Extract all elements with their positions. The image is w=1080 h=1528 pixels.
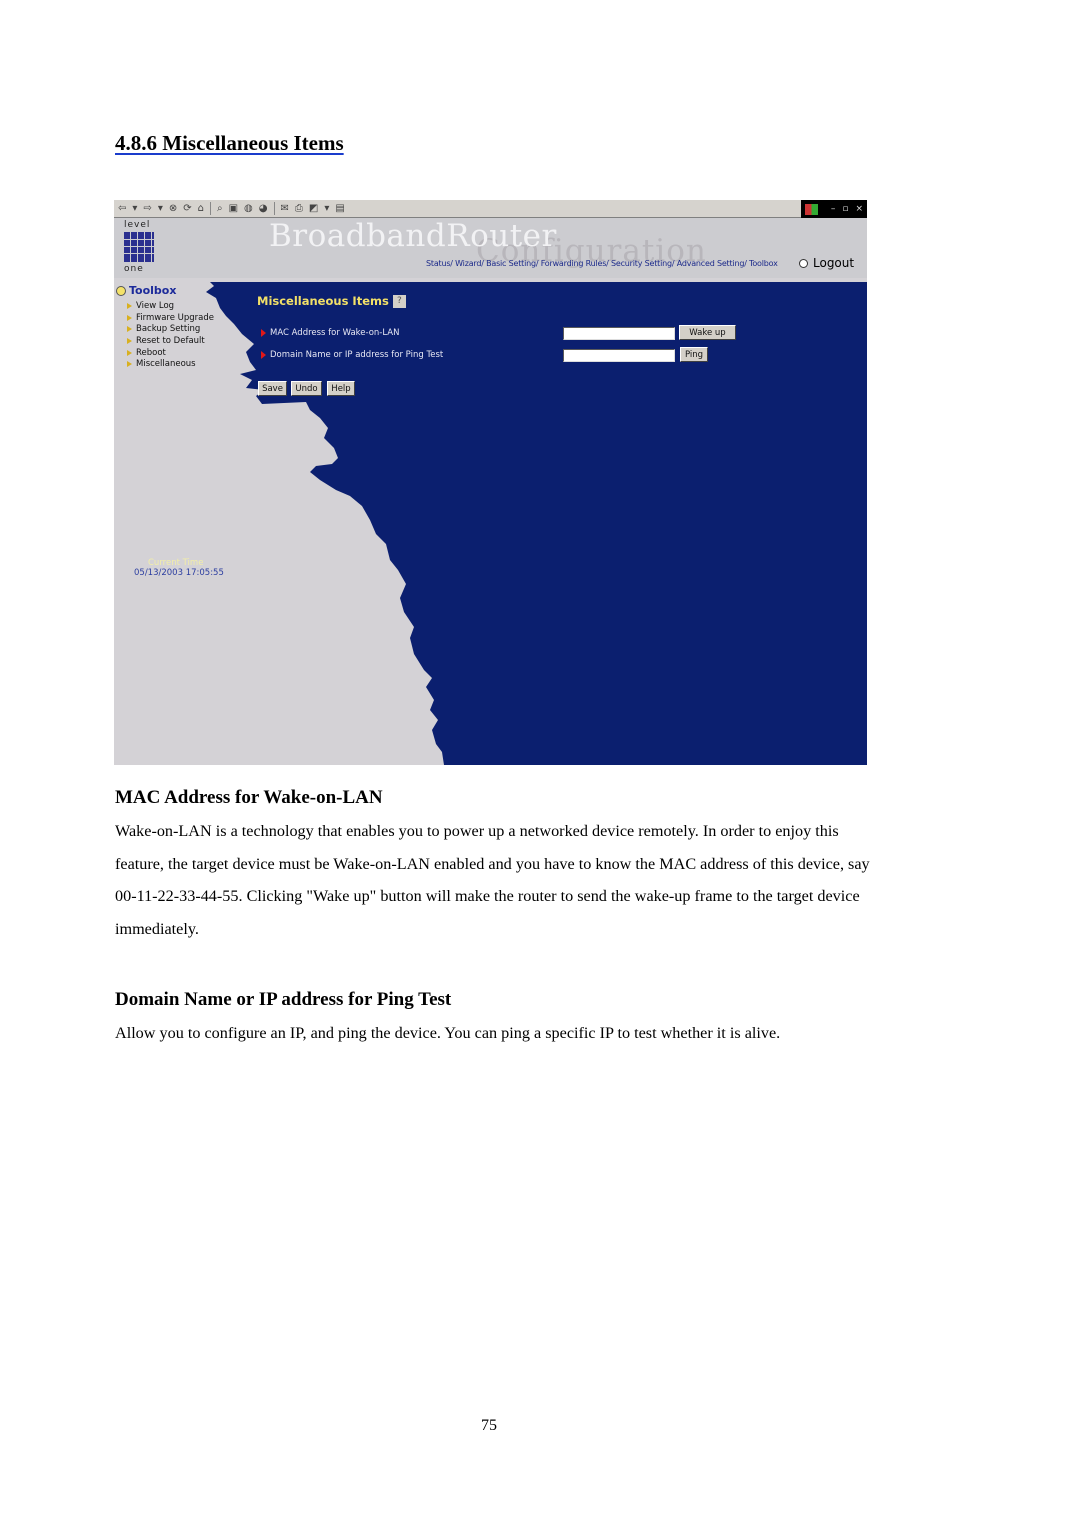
row-label-text: Domain Name or IP address for Ping Test [270, 350, 444, 360]
levelone-logo: level one [124, 220, 158, 274]
blue-panel-background [206, 282, 867, 765]
bullet-arrow-icon [261, 329, 266, 337]
nav-wizard[interactable]: Wizard/ [455, 259, 484, 268]
edit-icon[interactable]: ◩ [309, 203, 318, 214]
sidebar-item-reboot[interactable]: Reboot [127, 347, 214, 359]
logout-label: Logout [813, 256, 855, 270]
sidebar-item-reset-to-default[interactable]: Reset to Default [127, 335, 214, 347]
toolbox-icon [116, 285, 126, 296]
top-nav: Status/ Wizard/ Basic Setting/ Forwardin… [426, 259, 778, 268]
sidebar-item-label: Reset to Default [136, 335, 205, 346]
toolbar-divider [209, 202, 211, 215]
home-icon[interactable]: ⌂ [198, 203, 204, 214]
row-label-text: MAC Address for Wake-on-LAN [270, 328, 400, 338]
bullet-arrow-icon [127, 326, 132, 333]
mac-address-input[interactable] [563, 327, 675, 340]
favorites-icon[interactable]: ▣ [229, 203, 238, 214]
search-icon[interactable]: ⌕ [217, 203, 223, 214]
section-body-ping: Allow you to configure an IP, and ping t… [115, 1024, 781, 1042]
forward-arrow-icon[interactable]: ⇨ [143, 203, 151, 214]
sidebar-item-label: Miscellaneous [136, 359, 196, 370]
restore-icon[interactable]: ▫ [842, 204, 848, 214]
help-button[interactable]: Help [327, 381, 355, 396]
sidebar-heading[interactable]: Toolbox [116, 284, 176, 297]
logo-text-bottom: one [124, 264, 144, 274]
sidebar-item-label: View Log [136, 300, 175, 311]
ping-test-label: Domain Name or IP address for Ping Test [261, 350, 443, 360]
sidebar-item-label: Reboot [136, 347, 166, 358]
dropdown-icon[interactable]: ▾ [324, 203, 329, 214]
nav-status[interactable]: Status/ [426, 259, 453, 268]
current-time-value: 05/13/2003 17:05:55 [134, 568, 224, 578]
panel-title-text: Miscellaneous Items [257, 294, 389, 308]
logo-grid-icon [124, 232, 154, 262]
windows-logo-icon [804, 203, 818, 215]
bullet-arrow-icon [127, 361, 132, 368]
sidebar-item-view-log[interactable]: View Log [127, 300, 214, 312]
page-number: 75 [481, 1417, 497, 1434]
current-time-label: Current Time [148, 558, 204, 568]
ping-button[interactable]: Ping [680, 347, 708, 362]
logout-link[interactable]: Logout [799, 256, 854, 270]
stop-icon[interactable]: ⊗ [169, 203, 177, 214]
refresh-icon[interactable]: ⟳ [183, 203, 191, 214]
panel-title: Miscellaneous Items ? [257, 294, 406, 308]
nav-advanced-setting[interactable]: Advanced Setting/ [677, 259, 747, 268]
window-controls: – ▫ × [801, 200, 867, 218]
close-icon[interactable]: × [855, 204, 863, 214]
current-time: Current Time 05/13/2003 17:05:55 [134, 558, 224, 578]
logo-text-top: level [124, 220, 151, 230]
ping-host-input[interactable] [563, 349, 675, 362]
save-button[interactable]: Save [258, 381, 287, 396]
back-arrow-icon[interactable]: ⇦ [118, 203, 126, 214]
dropdown-icon[interactable]: ▾ [132, 203, 137, 214]
section-heading-wol: MAC Address for Wake-on-LAN [115, 787, 383, 808]
section-title: 4.8.6 Miscellaneous Items [115, 131, 344, 155]
print-icon[interactable]: ⎙ [295, 203, 303, 214]
nav-forwarding-rules[interactable]: Forwarding Rules/ [541, 259, 609, 268]
toolbar-divider [273, 202, 275, 215]
discuss-icon[interactable]: ▤ [335, 203, 344, 214]
nav-basic-setting[interactable]: Basic Setting/ [486, 259, 538, 268]
content-area: Toolbox View Log Firmware Upgrade Backup… [114, 282, 867, 765]
sidebar-menu: View Log Firmware Upgrade Backup Setting… [127, 300, 214, 370]
undo-button[interactable]: Undo [291, 381, 322, 396]
sidebar-item-miscellaneous[interactable]: Miscellaneous [127, 358, 214, 370]
logout-radio-icon [799, 258, 808, 268]
section-heading-ping: Domain Name or IP address for Ping Test [115, 989, 452, 1010]
bullet-arrow-icon [127, 314, 132, 321]
wake-up-button[interactable]: Wake up [679, 325, 736, 340]
dropdown-icon[interactable]: ▾ [158, 203, 163, 214]
sidebar-item-label: Backup Setting [136, 324, 201, 335]
brand-title: BroadbandRouter [269, 218, 557, 254]
nav-toolbox[interactable]: Toolbox [749, 259, 778, 268]
sidebar-item-label: Firmware Upgrade [136, 312, 214, 323]
history-icon[interactable]: ◍ [244, 203, 253, 214]
bullet-arrow-icon [127, 302, 132, 309]
media-icon[interactable]: ◕ [259, 203, 268, 214]
router-ui-screenshot: ⇦ ▾ ⇨ ▾ ⊗ ⟳ ⌂ ⌕ ▣ ◍ ◕ ✉ ⎙ ◩ ▾ ▤ – ▫ × le… [114, 200, 867, 765]
mail-icon[interactable]: ✉ [281, 203, 289, 214]
bullet-arrow-icon [127, 349, 132, 356]
minimize-icon[interactable]: – [831, 204, 836, 214]
sidebar-item-firmware-upgrade[interactable]: Firmware Upgrade [127, 312, 214, 324]
router-banner: level one Configuration BroadbandRouter … [114, 218, 867, 278]
mac-wol-label: MAC Address for Wake-on-LAN [261, 328, 399, 338]
help-icon[interactable]: ? [392, 294, 406, 308]
sidebar-heading-label: Toolbox [129, 284, 177, 297]
browser-toolbar: ⇦ ▾ ⇨ ▾ ⊗ ⟳ ⌂ ⌕ ▣ ◍ ◕ ✉ ⎙ ◩ ▾ ▤ – ▫ × [114, 200, 867, 218]
sidebar-item-backup-setting[interactable]: Backup Setting [127, 323, 214, 335]
bullet-arrow-icon [261, 351, 266, 359]
section-body-wol: Wake-on-LAN is a technology that enables… [115, 822, 870, 939]
bullet-arrow-icon [127, 337, 132, 344]
nav-security-setting[interactable]: Security Setting/ [611, 259, 675, 268]
